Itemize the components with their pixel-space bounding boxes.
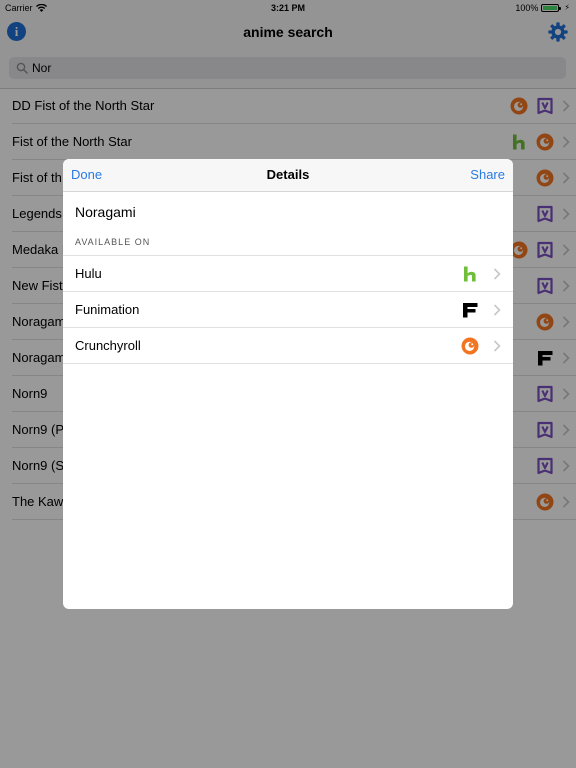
details-modal: Done Details Share Noragami AVAILABLE ON… xyxy=(63,159,513,609)
section-header: AVAILABLE ON xyxy=(75,237,151,247)
chevron-right-icon xyxy=(493,303,501,316)
service-accessory xyxy=(461,256,501,291)
service-accessory xyxy=(461,292,501,327)
service-row-funimation[interactable]: Funimation xyxy=(63,292,513,328)
chevron-right-icon xyxy=(493,267,501,280)
share-button[interactable]: Share xyxy=(470,159,505,191)
service-name: Funimation xyxy=(75,302,140,317)
details-title: Details xyxy=(266,167,310,182)
crunchyroll-icon xyxy=(461,337,479,354)
details-nav-bar: Done Details Share xyxy=(63,159,513,192)
services-list: Hulu Funimation Crunchyroll xyxy=(63,255,513,364)
chevron-right-icon xyxy=(493,339,501,352)
hulu-icon xyxy=(464,266,476,281)
funimation-icon xyxy=(463,302,478,317)
service-name: Hulu xyxy=(75,266,102,281)
service-row-hulu[interactable]: Hulu xyxy=(63,256,513,292)
service-name: Crunchyroll xyxy=(75,338,141,353)
service-row-crunchyroll[interactable]: Crunchyroll xyxy=(63,328,513,364)
service-accessory xyxy=(461,328,501,363)
anime-name: Noragami xyxy=(75,204,136,220)
